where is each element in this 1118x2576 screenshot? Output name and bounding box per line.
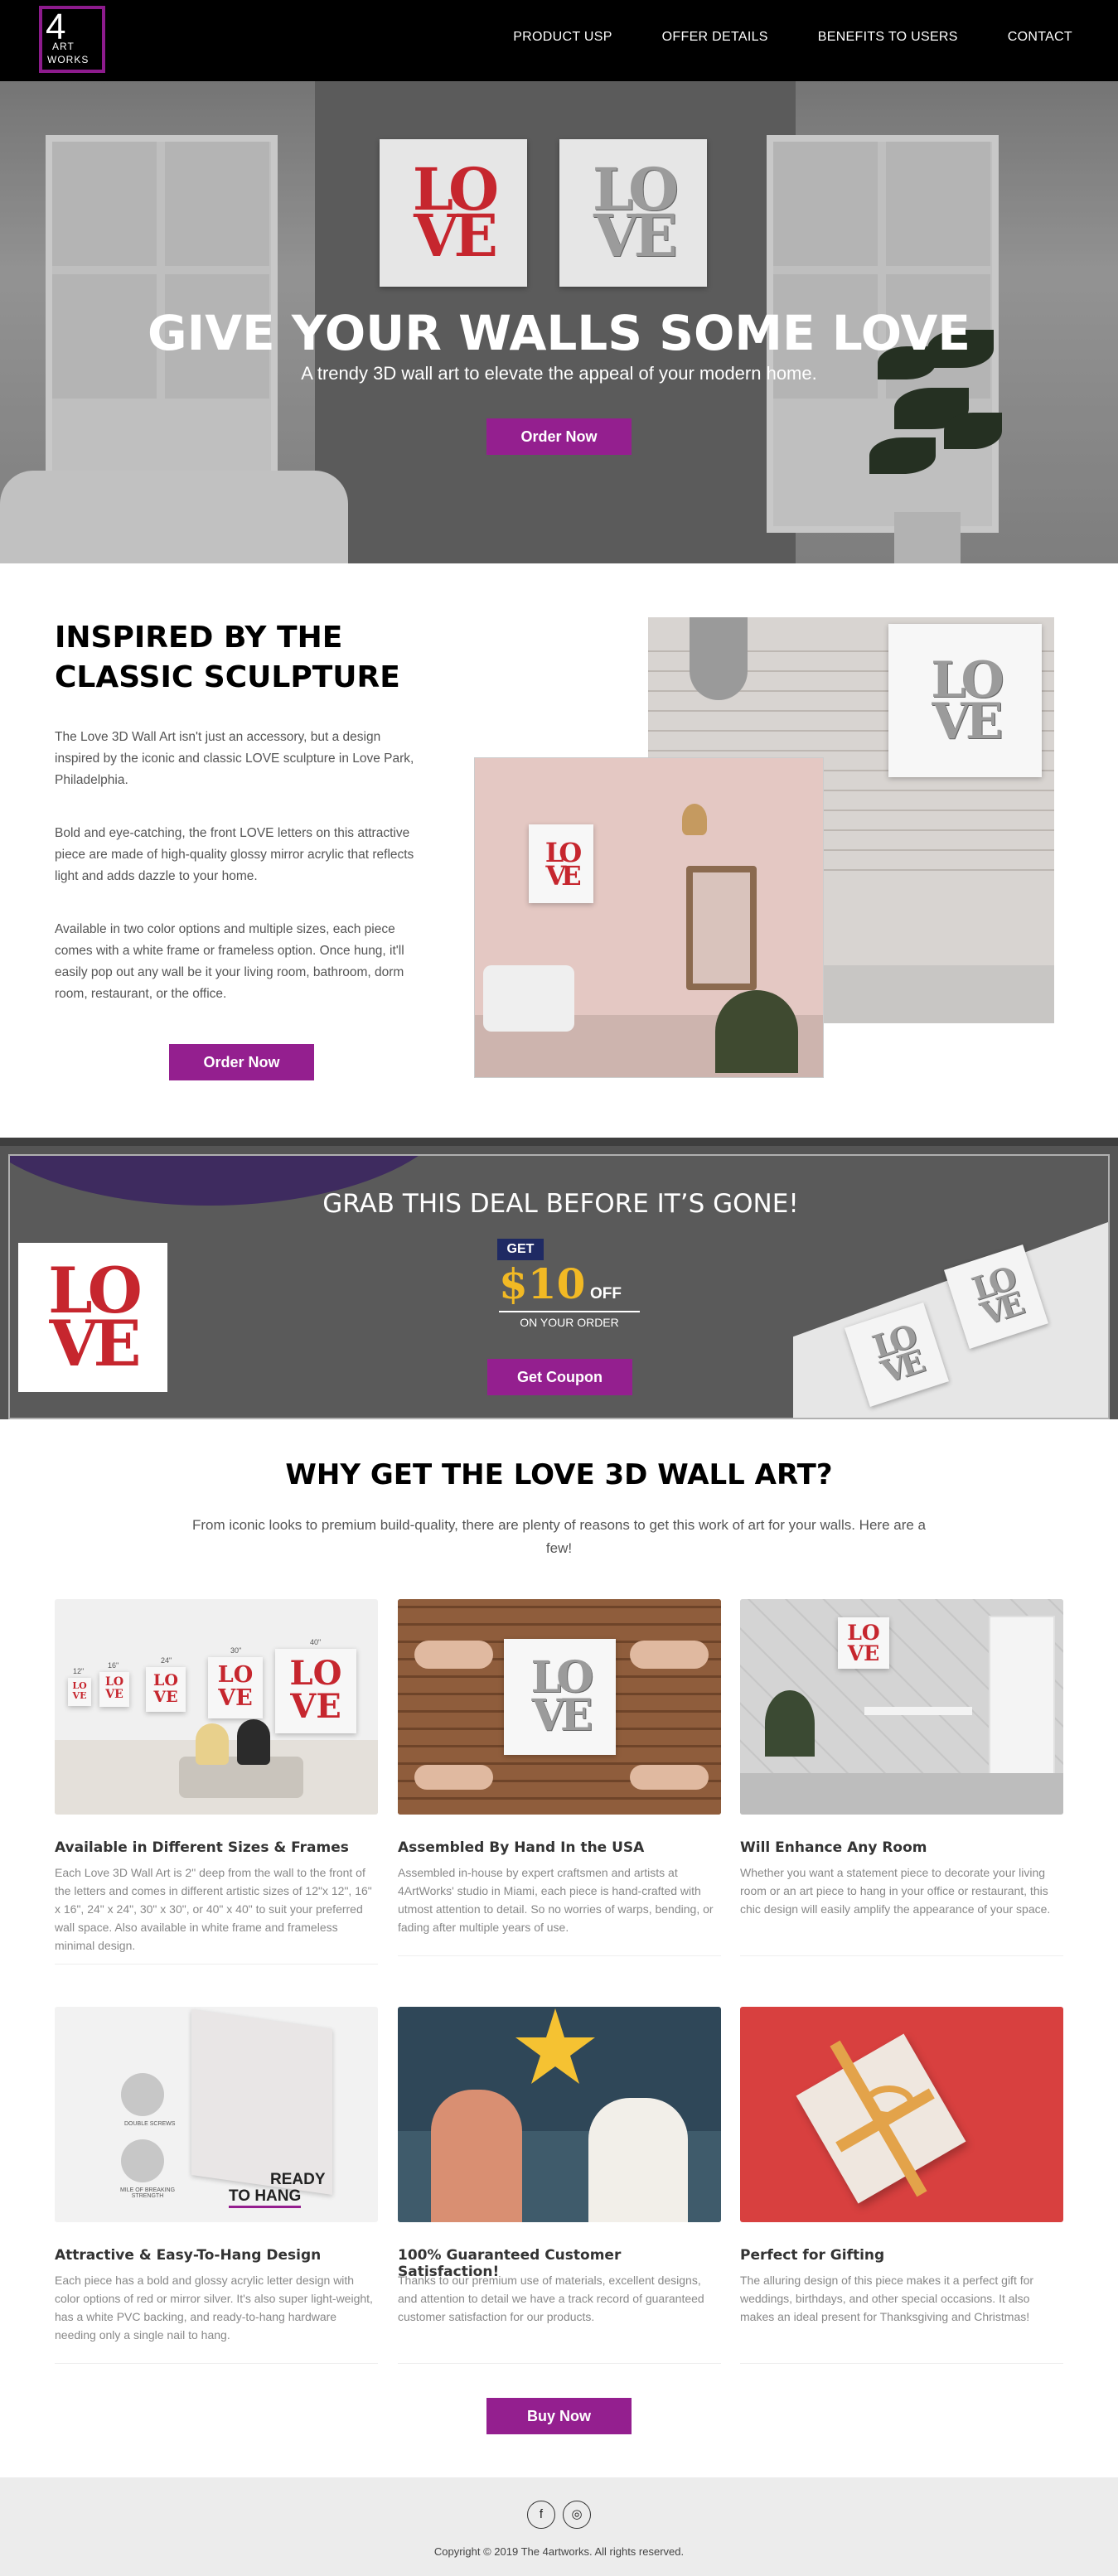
size-label-30: 30" [230, 1646, 242, 1655]
nav-item-offer-details[interactable]: OFFER DETAILS [662, 30, 768, 45]
card-text-sizes: Each Love 3D Wall Art is 2" deep from th… [55, 1866, 372, 1952]
copyright-text: Copyright © 2019 The 4artworks. All righ… [433, 2545, 685, 2558]
footer: f ◎ Copyright © 2019 The 4artworks. All … [0, 2477, 1118, 2576]
deal-banner-section: LO VE GRAB THIS DEAL BEFORE IT’S GONE! G… [0, 1138, 1118, 1419]
card-divider [398, 1955, 721, 1956]
inspired-paragraph-2: Bold and eye-catching, the front LOVE le… [55, 826, 414, 883]
nav-item-benefits[interactable]: BENEFITS TO USERS [818, 30, 958, 45]
hero-subtitle: A trendy 3D wall art to elevate the appe… [301, 363, 817, 384]
size-label-12: 12" [73, 1667, 85, 1675]
deal-title: GRAB THIS DEAL BEFORE IT’S GONE! [322, 1189, 799, 1219]
get-coupon-button[interactable]: Get Coupon [487, 1359, 632, 1395]
card-text-room: Whether you want a statement piece to de… [740, 1866, 1051, 1916]
hero-love-art-silver: LO VE [559, 139, 707, 287]
inspired-paragraph-3: Available in two color options and multi… [55, 922, 404, 1001]
card-title-gifting: Perfect for Gifting [740, 2247, 885, 2264]
pink-room-photo: LO VE [475, 758, 823, 1077]
inspired-order-now-button[interactable]: Order Now [169, 1044, 314, 1080]
size-label-24: 24" [161, 1656, 172, 1665]
nav-menu: PRODUCT USP OFFER DETAILS BENEFITS TO US… [513, 30, 1072, 45]
hang-label-screws: DOUBLE SCREWS [124, 2121, 176, 2127]
card-image-hang: DOUBLE SCREWS MILE OF BREAKING STRENGTH … [55, 2007, 378, 2222]
logo-line-works: WORKS [47, 54, 90, 65]
deal-banner: LO VE GRAB THIS DEAL BEFORE IT’S GONE! G… [8, 1154, 1110, 1419]
love-letters-row2: VE [932, 692, 1003, 751]
deal-on-order-label: ON YOUR ORDER [499, 1311, 640, 1329]
card-title-hang: Attractive & Easy-To-Hang Design [55, 2247, 322, 2264]
love-letters-row2: VE [49, 1307, 142, 1380]
card-divider [55, 1964, 378, 1965]
deal-off-label: OFF [590, 1285, 622, 1302]
deal-get-badge: GET [497, 1239, 544, 1260]
card-image-gifting [740, 2007, 1063, 2222]
hero-section: LO VE LO VE GIVE YOUR WALLS SOME LOVE A … [0, 81, 1118, 563]
card-image-sizes: LO VE LO VE LO VE LO VE LO VE 12" 16" 24" 30"… [55, 1599, 378, 1815]
card-text-satisfaction: Thanks to our premium use of materials, … [398, 2274, 704, 2323]
hero-title: GIVE YOUR WALLS SOME LOVE [148, 305, 970, 361]
ready-label-1: READY [270, 2171, 326, 2188]
logo-line-art: ART [52, 41, 75, 52]
deal-amount: $10 [499, 1259, 586, 1308]
size-label-40: 40" [310, 1638, 322, 1646]
hang-label-strength: MILE OF BREAKING STRENGTH [119, 2187, 176, 2199]
nav-item-product-usp[interactable]: PRODUCT USP [513, 30, 612, 45]
card-text-gifting: The alluring design of this piece makes … [740, 2274, 1034, 2323]
card-title-room: Will Enhance Any Room [740, 1839, 927, 1856]
deal-love-art: LO VE [18, 1243, 167, 1392]
ready-label-2: TO HANG [229, 2187, 302, 2208]
deal-product-scene [793, 1222, 1108, 1418]
card-title-sizes: Available in Different Sizes & Frames [55, 1839, 349, 1856]
card-text-assembled: Assembled in-house by expert craftsmen a… [398, 1866, 714, 1934]
card-image-room: LO VE [740, 1599, 1063, 1815]
inspired-paragraph-1: The Love 3D Wall Art isn't just an acces… [55, 730, 414, 787]
nav-item-contact[interactable]: CONTACT [1008, 30, 1072, 45]
love-letters-row2: VE [545, 859, 581, 892]
instagram-icon[interactable]: ◎ [563, 2501, 591, 2529]
inspired-title-line2: CLASSIC SCULPTURE [55, 660, 400, 694]
card-title-assembled: Assembled By Hand In the USA [398, 1839, 645, 1856]
card-divider [55, 2363, 378, 2364]
inspired-title: INSPIRED BY THE CLASSIC SCULPTURE [55, 618, 453, 698]
brand-logo[interactable]: 4 ART WORKS [39, 6, 105, 73]
why-intro: From iconic looks to premium build-quali… [191, 1517, 926, 1556]
buy-now-button[interactable]: Buy Now [486, 2398, 632, 2434]
card-image-satisfaction [398, 2007, 721, 2222]
why-title: WHY GET THE LOVE 3D WALL ART? [285, 1458, 833, 1491]
card-image-assembled: LO VE [398, 1599, 721, 1815]
card-divider [398, 2363, 721, 2364]
top-navigation-bar: 4 ART WORKS PRODUCT USP OFFER DETAILS BE… [0, 0, 1118, 81]
card-text-hang: Each piece has a bold and glossy acrylic… [55, 2274, 373, 2342]
card-divider [740, 2363, 1063, 2364]
size-label-16: 16" [108, 1661, 119, 1670]
love-letters-row2: VE [531, 1690, 593, 1741]
card-divider [740, 1955, 1063, 1956]
inspired-title-line1: INSPIRED BY THE [55, 621, 343, 655]
facebook-icon[interactable]: f [527, 2501, 555, 2529]
hero-love-art-red: LO VE [380, 139, 527, 287]
hero-order-now-button[interactable]: Order Now [486, 418, 632, 455]
